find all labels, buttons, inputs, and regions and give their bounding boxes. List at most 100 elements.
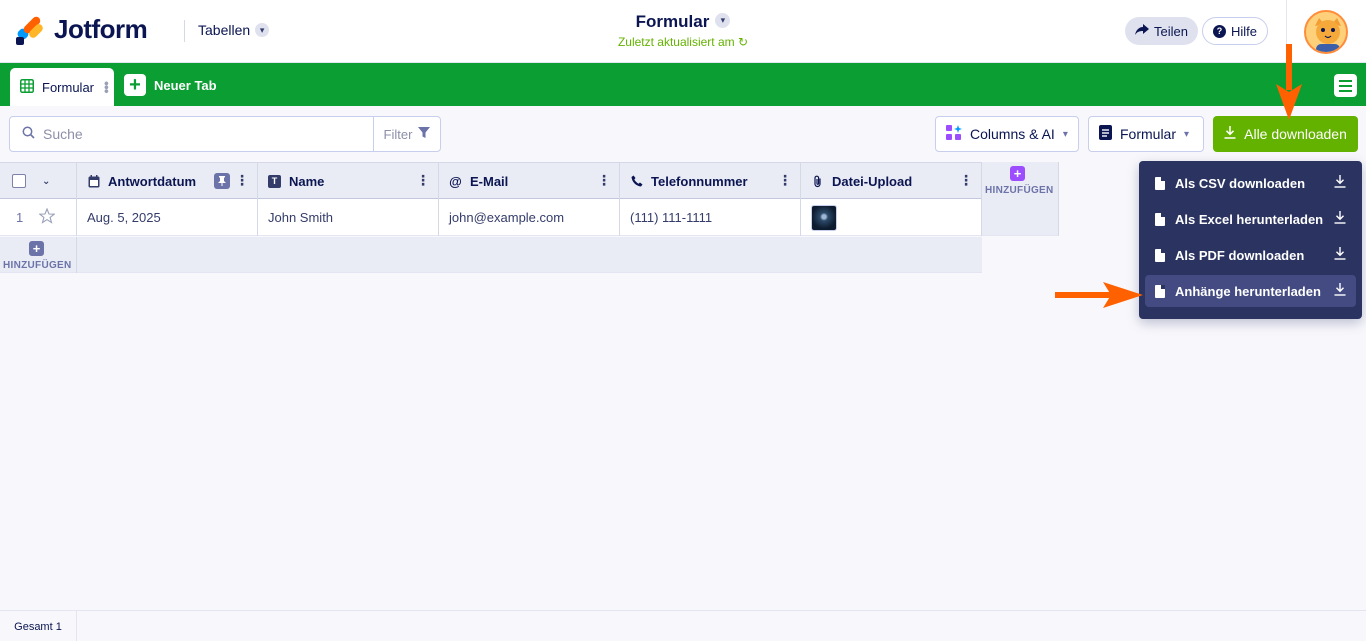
add-row-label: HINZUFÜGEN	[3, 260, 72, 271]
select-all-cell: ⌄	[0, 163, 77, 199]
last-updated-text: Zuletzt aktualisiert am	[617, 35, 735, 49]
cell-name[interactable]: John Smith	[258, 199, 439, 236]
add-column-label: HINZUFÜGEN	[985, 185, 1054, 196]
download-icon	[1334, 283, 1346, 299]
table-header-row: ⌄ Antwortdatum ⋮ T Name ⋮ @ E-Mail ⋮ Tel…	[0, 162, 982, 199]
download-all-button[interactable]: Alle downloaden	[1213, 116, 1358, 152]
column-header-name[interactable]: T Name ⋮	[258, 163, 439, 199]
total-count: Gesamt 1	[0, 611, 77, 641]
column-label: Telefonnummer	[651, 173, 748, 189]
filter-button[interactable]: Filter	[373, 116, 441, 152]
tab-formular[interactable]: Formular •••	[10, 68, 115, 106]
footer-bar: Gesamt 1	[0, 610, 1366, 641]
menu-item-excel[interactable]: Als Excel herunterladen	[1145, 203, 1356, 235]
add-row-button[interactable]: + HINZUFÜGEN	[0, 237, 982, 273]
hamburger-menu-icon[interactable]	[1334, 74, 1357, 97]
menu-item-label: Als CSV downloaden	[1175, 175, 1306, 191]
column-label: Name	[289, 173, 325, 189]
tab-options-icon[interactable]: •••	[99, 81, 115, 93]
columns-ai-icon	[946, 124, 962, 144]
column-label: Antwortdatum	[108, 173, 197, 189]
csv-file-icon	[1155, 176, 1165, 190]
download-icon	[1334, 247, 1346, 263]
phone-icon	[630, 175, 643, 188]
cell-date-value: Aug. 5, 2025	[87, 210, 161, 225]
view-select-button[interactable]: Formular ▾	[1088, 116, 1204, 152]
form-title-label: Formular	[635, 12, 710, 31]
attachment-file-icon	[1155, 284, 1165, 298]
column-header-phone[interactable]: Telefonnummer ⋮	[620, 163, 801, 199]
menu-item-label: Als PDF downloaden	[1175, 247, 1305, 263]
tab-formular-label: Formular	[42, 79, 95, 95]
column-menu-icon[interactable]: ⋮	[235, 172, 249, 189]
share-arrow-icon	[1135, 23, 1149, 39]
plus-icon: +	[29, 241, 44, 256]
funnel-icon	[418, 126, 431, 142]
table-row[interactable]: 1 Aug. 5, 2025 John Smith john@example.c…	[0, 199, 982, 236]
menu-item-csv[interactable]: Als CSV downloaden	[1145, 167, 1356, 199]
annotation-arrow-down-icon	[1276, 44, 1302, 120]
pin-icon[interactable]	[214, 173, 230, 189]
search-input[interactable]	[43, 126, 343, 142]
calendar-icon	[87, 174, 100, 188]
column-header-date[interactable]: Antwortdatum ⋮	[77, 163, 258, 199]
add-column-button[interactable]: + HINZUFÜGEN	[982, 162, 1059, 236]
plus-icon: +	[1010, 166, 1025, 181]
menu-item-label: Als Excel herunterladen	[1175, 211, 1324, 227]
paperclip-icon	[811, 175, 824, 188]
column-menu-icon[interactable]: ⋮	[778, 172, 792, 189]
columns-ai-button[interactable]: Columns & AI ▾	[935, 116, 1079, 152]
select-all-checkbox[interactable]	[12, 174, 26, 188]
filter-label: Filter	[383, 126, 413, 142]
pdf-file-icon	[1155, 248, 1165, 262]
add-row-divider	[76, 237, 77, 273]
user-avatar[interactable]	[1304, 10, 1348, 54]
star-icon[interactable]	[38, 207, 56, 227]
at-icon: @	[449, 173, 462, 189]
column-label: E-Mail	[470, 173, 509, 189]
column-menu-icon[interactable]: ⋮	[959, 172, 973, 189]
download-icon	[1224, 126, 1236, 142]
annotation-arrow-right-icon	[1055, 282, 1143, 308]
total-label: Gesamt	[14, 620, 53, 633]
chevron-down-icon: ▾	[715, 13, 731, 29]
chevron-down-icon: ▾	[1184, 128, 1190, 140]
upload-thumbnail-image[interactable]	[811, 204, 837, 231]
plus-icon: +	[124, 74, 146, 96]
chevron-down-icon: ▾	[1062, 128, 1068, 140]
grid-icon	[20, 78, 34, 96]
new-tab-label: Neuer Tab	[154, 77, 217, 93]
cell-name-value: John Smith	[268, 210, 334, 225]
column-label: Datei-Upload	[832, 173, 913, 189]
menu-item-attachments[interactable]: Anhänge herunterladen	[1145, 275, 1356, 307]
menu-item-pdf[interactable]: Als PDF downloaden	[1145, 239, 1356, 271]
cell-upload[interactable]	[801, 199, 982, 236]
search-icon	[22, 126, 35, 142]
top-bar: Jotform Tabellen ▾ Formular ▾ Zuletzt akt…	[0, 0, 1366, 63]
xls-file-icon	[1155, 212, 1165, 226]
cell-phone[interactable]: (111) 111-1111	[620, 199, 801, 236]
download-menu: Als CSV downloaden Als Excel herunterlad…	[1139, 161, 1362, 319]
view-select-label: Formular	[1120, 126, 1177, 142]
share-button[interactable]: Teilen	[1125, 17, 1198, 45]
chevron-down-icon[interactable]: ⌄	[42, 176, 50, 187]
column-menu-icon[interactable]: ⋮	[597, 172, 611, 189]
help-button[interactable]: ? Hilfe	[1202, 17, 1269, 45]
help-label: Hilfe	[1231, 23, 1258, 39]
form-view-icon	[1099, 125, 1112, 143]
download-icon	[1334, 211, 1346, 227]
cell-date[interactable]: Aug. 5, 2025	[77, 199, 258, 236]
cell-phone-value: (111) 111-1111	[630, 210, 713, 225]
new-tab-button[interactable]: + Neuer Tab	[124, 74, 217, 96]
cell-email[interactable]: john@example.com	[439, 199, 620, 236]
row-number: 1	[16, 210, 24, 225]
column-header-upload[interactable]: Datei-Upload ⋮	[801, 163, 982, 199]
download-all-label: Alle downloaden	[1244, 126, 1347, 142]
cell-email-value: john@example.com	[449, 210, 565, 225]
help-icon: ?	[1213, 24, 1226, 38]
column-menu-icon[interactable]: ⋮	[416, 172, 430, 189]
tab-bar: Formular ••• + Neuer Tab	[0, 63, 1366, 106]
search-box	[9, 116, 374, 152]
download-icon	[1334, 175, 1346, 191]
column-header-email[interactable]: @ E-Mail ⋮	[439, 163, 620, 199]
